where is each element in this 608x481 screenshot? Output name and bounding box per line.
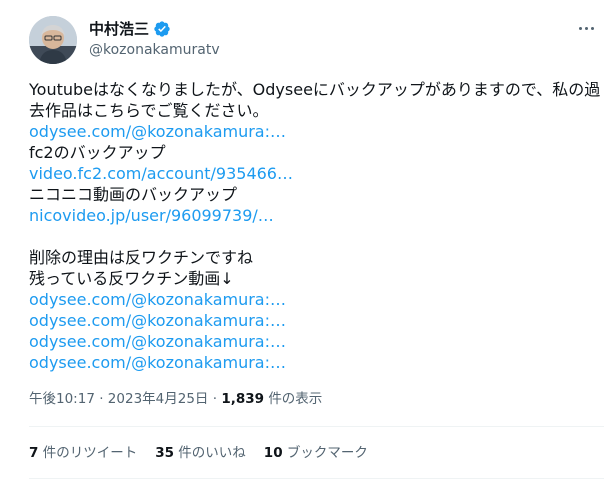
reason-line: 削除の理由は反ワクチンですね bbox=[29, 248, 254, 267]
remaining-videos-line: 残っている反ワクチン動画↓ bbox=[29, 269, 234, 288]
dot bbox=[584, 26, 588, 30]
views-label: 件の表示 bbox=[268, 391, 323, 407]
retweets-count: 7 bbox=[29, 445, 39, 461]
verified-badge-icon[interactable] bbox=[153, 20, 171, 38]
avatar[interactable] bbox=[29, 16, 77, 64]
odysee-link[interactable]: odysee.com/@kozonakamura:… bbox=[29, 310, 601, 331]
avatar-image bbox=[29, 16, 77, 64]
odysee-link[interactable]: odysee.com/@kozonakamura:… bbox=[29, 331, 601, 352]
views-count: 1,839 bbox=[221, 391, 265, 407]
dot bbox=[578, 26, 582, 30]
meta-separator: · bbox=[212, 391, 218, 407]
tweet-text-intro: Youtubeはなくなりましたが、Odyseeにバックアップがありますので、私の… bbox=[29, 80, 601, 120]
niconico-link[interactable]: nicovideo.jp/user/96099739/… bbox=[29, 205, 601, 226]
divider bbox=[29, 478, 604, 479]
likes-stat[interactable]: 35 件のいいね bbox=[155, 444, 246, 462]
meta-separator: · bbox=[99, 391, 104, 407]
odysee-link[interactable]: odysee.com/@kozonakamura:… bbox=[29, 352, 601, 373]
display-name[interactable]: 中村浩三 bbox=[89, 20, 149, 38]
fc2-label: fc2のバックアップ bbox=[29, 143, 166, 162]
likes-label: 件のいいね bbox=[178, 445, 246, 461]
more-options-icon[interactable] bbox=[570, 16, 602, 40]
likes-count: 35 bbox=[155, 445, 174, 461]
tweet-date[interactable]: 2023年4月25日 bbox=[108, 391, 209, 407]
fc2-link[interactable]: video.fc2.com/account/935466… bbox=[29, 163, 601, 184]
dot bbox=[590, 26, 594, 30]
bookmarks-stat[interactable]: 10 ブックマーク bbox=[264, 444, 368, 462]
odysee-link[interactable]: odysee.com/@kozonakamura:… bbox=[29, 289, 601, 310]
tweet-card: 中村浩三 @kozonakamuratv Youtubeはなくなりましたが、Od… bbox=[0, 0, 608, 481]
odysee-link[interactable]: odysee.com/@kozonakamura:… bbox=[29, 121, 601, 142]
tweet-text: Youtubeはなくなりましたが、Odyseeにバックアップがありますので、私の… bbox=[29, 79, 601, 373]
retweets-stat[interactable]: 7 件のリツイート bbox=[29, 444, 137, 462]
author-handle[interactable]: @kozonakamuratv bbox=[89, 41, 220, 59]
tweet-time[interactable]: 午後10:17 bbox=[29, 391, 95, 407]
niconico-label: ニコニコ動画のバックアップ bbox=[29, 185, 238, 204]
bookmarks-count: 10 bbox=[263, 445, 283, 461]
tweet-stats: 7 件のリツイート 35 件のいいね 10 ブックマーク bbox=[29, 444, 368, 462]
author-name-row: 中村浩三 bbox=[89, 20, 171, 38]
tweet-meta: 午後10:17 · 2023年4月25日 · 1,839 件の表示 bbox=[29, 390, 322, 408]
bookmarks-label: ブックマーク bbox=[286, 445, 368, 461]
divider bbox=[29, 426, 604, 427]
retweets-label: 件のリツイート bbox=[42, 445, 138, 461]
